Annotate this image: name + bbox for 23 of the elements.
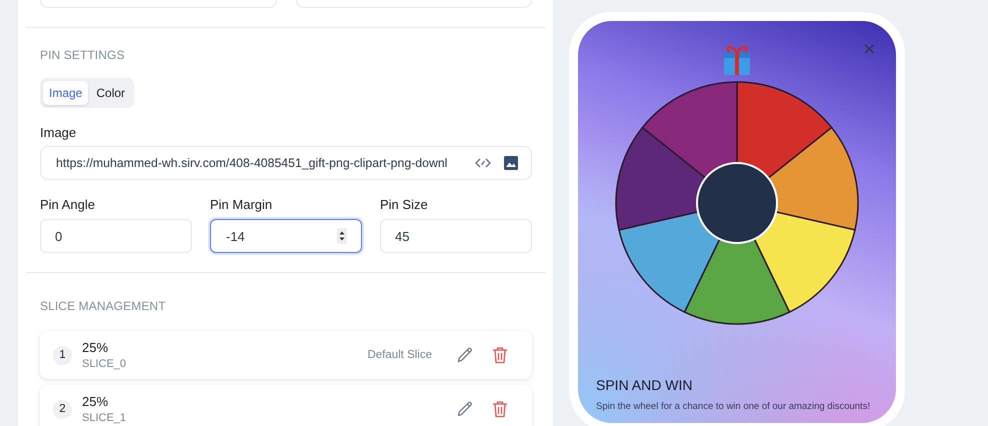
slice-percent: 25% xyxy=(82,340,110,355)
mode-tab[interactable]: Color xyxy=(90,81,132,105)
field-label: Pin Angle xyxy=(40,197,96,212)
slice-number: 2 xyxy=(53,400,72,418)
slice-number: 1 xyxy=(53,346,72,364)
mode-tab[interactable]: Image xyxy=(43,81,88,105)
section-heading: SLICE MANAGEMENT xyxy=(40,299,167,313)
field-label: Pin Margin xyxy=(210,197,274,212)
field-label: Pin Size xyxy=(380,197,429,212)
slice-name: SLICE_0 xyxy=(82,358,126,370)
slice-card[interactable]: 2 25% SLICE_1 xyxy=(40,385,532,426)
slice-percent: 25% xyxy=(82,394,110,409)
popup-description: Spin the wheel for a chance to win one of our amazing discounts! xyxy=(596,401,872,412)
input-field[interactable]: 45 xyxy=(380,219,532,253)
slice-card[interactable]: 1 25% SLICE_0 Default Slice xyxy=(40,331,532,379)
field-label: Image xyxy=(40,125,78,140)
input-field[interactable]: 0 xyxy=(40,219,192,253)
default-slice-label: Default Slice xyxy=(367,349,432,361)
section-heading: PIN SETTINGS xyxy=(40,48,126,62)
url-field[interactable]: https://muhammed-wh.sirv.com/408-4085451_gift-png-clipart-png-downl xyxy=(40,146,532,180)
number-stepper-field[interactable]: -14 xyxy=(210,219,362,253)
popup-title: SPIN AND WIN xyxy=(596,377,694,393)
slice-name: SLICE_1 xyxy=(82,412,126,424)
